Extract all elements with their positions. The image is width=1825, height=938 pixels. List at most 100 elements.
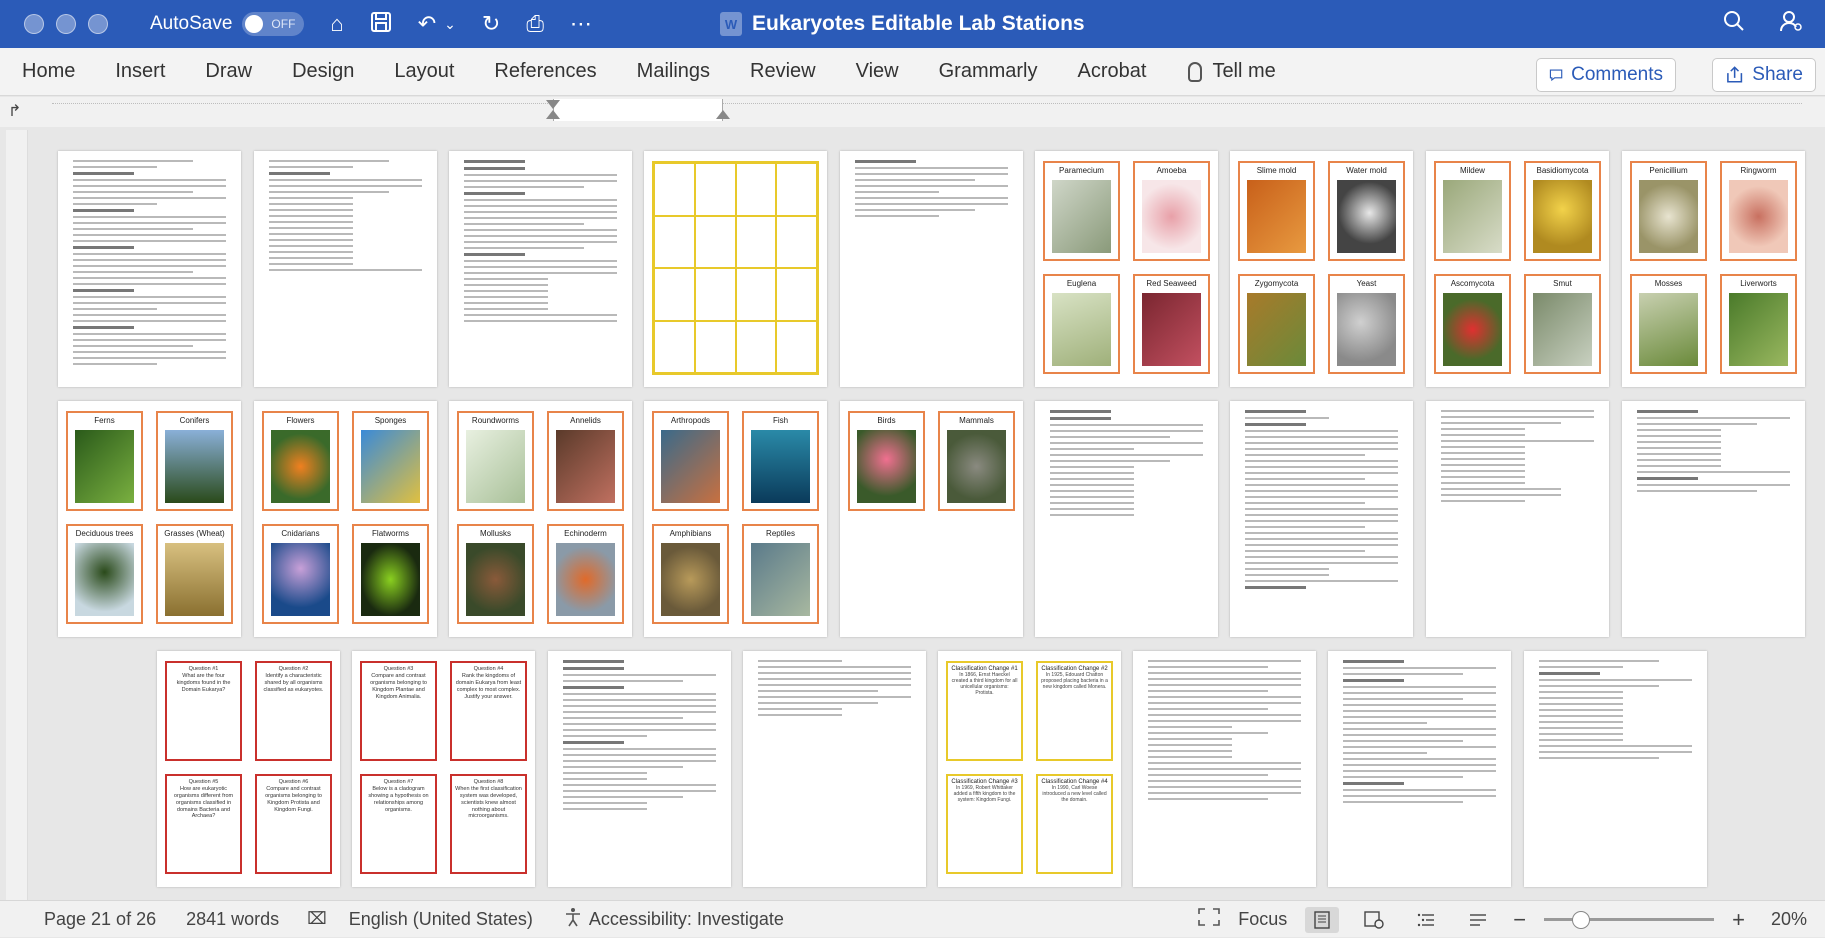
- tab-mailings[interactable]: Mailings: [637, 60, 730, 83]
- document-page[interactable]: [1133, 651, 1316, 887]
- close-window-button[interactable]: [24, 14, 44, 34]
- undo-icon[interactable]: ↶: [418, 13, 436, 35]
- focus-label[interactable]: Focus: [1238, 909, 1287, 930]
- tell-me-label: Tell me: [1212, 60, 1276, 82]
- more-icon[interactable]: ⋯: [570, 13, 592, 35]
- print-layout-view-button[interactable]: [1305, 906, 1340, 933]
- draft-view-button[interactable]: [1461, 907, 1495, 933]
- document-page[interactable]: [1622, 401, 1805, 637]
- proofing-icon[interactable]: ⌧: [307, 909, 327, 929]
- undo-dropdown-icon[interactable]: ⌄: [444, 17, 456, 31]
- document-page[interactable]: Slime mold Water mold Zygomycota Yeast: [1230, 151, 1413, 387]
- language[interactable]: English (United States): [349, 909, 533, 930]
- tab-view[interactable]: View: [856, 60, 919, 83]
- first-line-indent-handle[interactable]: [546, 100, 560, 109]
- zoom-slider[interactable]: [1544, 911, 1715, 929]
- document-page[interactable]: Classification Change #1 In 1866, Ernst …: [938, 651, 1121, 887]
- fish-image: [750, 429, 811, 503]
- tab-acrobat[interactable]: Acrobat: [1078, 60, 1167, 83]
- tab-references[interactable]: References: [494, 60, 616, 83]
- document-page[interactable]: Question #3 Compare and contrast organis…: [352, 651, 535, 887]
- zoom-level[interactable]: 20%: [1771, 909, 1807, 930]
- zoom-window-button[interactable]: [88, 14, 108, 34]
- document-page[interactable]: Birds Mammals: [840, 401, 1023, 637]
- document-page[interactable]: [743, 651, 926, 887]
- page-count[interactable]: Page 21 of 26: [44, 909, 156, 930]
- zoom-in-button[interactable]: +: [1732, 907, 1745, 933]
- document-page[interactable]: Ferns Conifers Deciduous trees Grasses (…: [58, 401, 241, 637]
- minimize-window-button[interactable]: [56, 14, 76, 34]
- document-page[interactable]: Mildew Basidiomycota Ascomycota Smut: [1426, 151, 1609, 387]
- status-bar-right: Focus − + 20%: [1198, 901, 1807, 938]
- zygomycota-image: [1246, 292, 1307, 366]
- tell-me[interactable]: Tell me: [1188, 60, 1276, 83]
- document-title-text: Eukaryotes Editable Lab Stations: [752, 12, 1085, 35]
- left-indent-handle[interactable]: [546, 110, 560, 119]
- question-title: Question #5: [188, 779, 219, 785]
- tab-layout[interactable]: Layout: [394, 60, 474, 83]
- tab-stop-icon[interactable]: ↱: [8, 101, 21, 121]
- station-card: Red Seaweed: [1133, 274, 1210, 374]
- tab-grammarly[interactable]: Grammarly: [939, 60, 1058, 83]
- document-page[interactable]: [1230, 401, 1413, 637]
- station-card: Conifers: [156, 411, 233, 511]
- document-page[interactable]: [1426, 401, 1609, 637]
- document-page[interactable]: Paramecium Amoeba Euglena Red Seaweed: [1035, 151, 1218, 387]
- station-card: Cnidarians: [262, 524, 339, 624]
- document-page[interactable]: [840, 151, 1023, 387]
- search-icon[interactable]: [1723, 10, 1745, 38]
- tab-home[interactable]: Home: [22, 60, 95, 83]
- outline-view-button[interactable]: [1409, 907, 1443, 933]
- question-card: Question #5 How are eukaryotic organisms…: [165, 774, 242, 874]
- document-page[interactable]: [548, 651, 731, 887]
- comments-button[interactable]: Comments: [1536, 58, 1676, 92]
- document-page[interactable]: [644, 151, 827, 387]
- document-page[interactable]: Penicillium Ringworm Mosses Liverworts: [1622, 151, 1805, 387]
- save-icon[interactable]: [370, 11, 392, 37]
- station-card: Slime mold: [1238, 161, 1315, 261]
- word-count[interactable]: 2841 words: [186, 909, 279, 930]
- document-page[interactable]: [58, 151, 241, 387]
- home-icon[interactable]: ⌂: [330, 13, 343, 35]
- zoom-out-button[interactable]: −: [1513, 907, 1526, 933]
- account-icon[interactable]: [1779, 9, 1803, 39]
- tab-insert[interactable]: Insert: [115, 60, 185, 83]
- web-layout-view-button[interactable]: [1357, 907, 1391, 933]
- document-page[interactable]: [1524, 651, 1707, 887]
- autosave-toggle[interactable]: OFF: [242, 12, 305, 36]
- classification-card: Classification Change #4 In 1990, Carl W…: [1036, 774, 1113, 874]
- share-button[interactable]: Share: [1712, 58, 1816, 92]
- document-page[interactable]: [254, 151, 437, 387]
- document-page[interactable]: Flowers Sponges Cnidarians Flatworms: [254, 401, 437, 637]
- accessibility-status[interactable]: Accessibility: Investigate: [589, 909, 784, 930]
- document-page[interactable]: Arthropods Fish Amphibians Reptiles: [644, 401, 827, 637]
- page-text-lines: [757, 660, 912, 720]
- tab-draw[interactable]: Draw: [205, 60, 272, 83]
- station-card: Reptiles: [742, 524, 819, 624]
- document-page[interactable]: [449, 151, 632, 387]
- print-icon[interactable]: ⎙: [526, 13, 544, 35]
- titlebar-right-icons: [1723, 0, 1803, 48]
- document-page[interactable]: Question #1 What are the four kingdoms f…: [157, 651, 340, 887]
- document-page[interactable]: [1035, 401, 1218, 637]
- roundworms-image: [465, 429, 526, 503]
- water-mold-image: [1336, 179, 1397, 253]
- card-label: Slime mold: [1256, 166, 1297, 175]
- station-card: Roundworms: [457, 411, 534, 511]
- focus-icon[interactable]: [1198, 908, 1221, 931]
- document-page[interactable]: Roundworms Annelids Mollusks Echinoderm: [449, 401, 632, 637]
- right-indent-handle[interactable]: [716, 110, 730, 119]
- card-label: Birds: [877, 416, 896, 425]
- tab-design[interactable]: Design: [292, 60, 374, 83]
- red-seaweed-image: [1141, 292, 1202, 366]
- echinoderm-image: [555, 542, 616, 616]
- redo-icon[interactable]: ↻: [482, 13, 500, 35]
- cnidarians-image: [270, 542, 331, 616]
- card-label: Mollusks: [479, 529, 512, 538]
- tab-review[interactable]: Review: [750, 60, 836, 83]
- document-canvas[interactable]: Paramecium Amoeba Euglena Red Seaweed Sl…: [30, 130, 1825, 900]
- accessibility-icon[interactable]: [563, 907, 583, 932]
- basidiomycota-image: [1532, 179, 1593, 253]
- document-page[interactable]: [1328, 651, 1511, 887]
- station-card: Zygomycota: [1238, 274, 1315, 374]
